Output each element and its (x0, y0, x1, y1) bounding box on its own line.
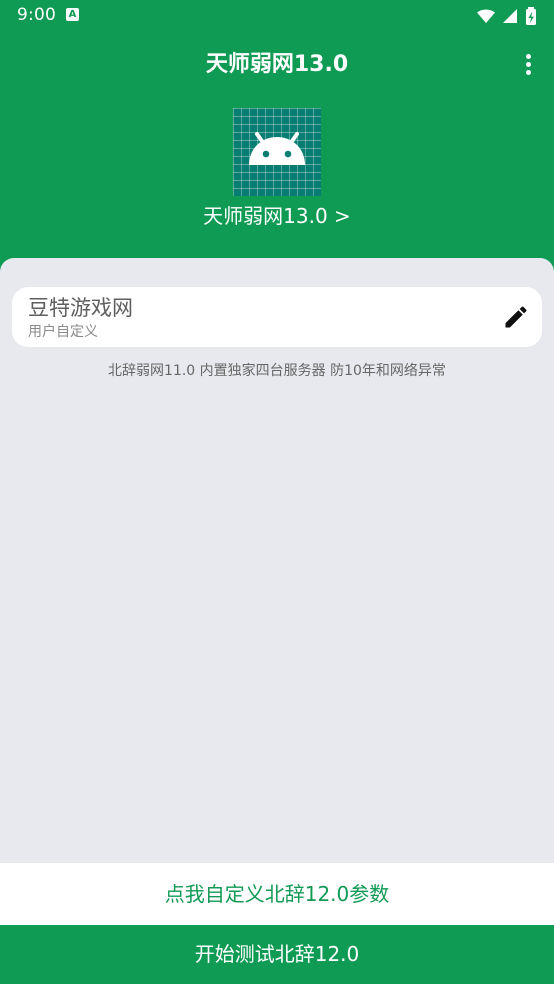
edit-button[interactable] (502, 303, 530, 331)
profile-subtitle: 用户自定义 (28, 324, 98, 340)
more-menu-button[interactable] (516, 49, 540, 81)
pencil-icon (505, 306, 527, 328)
notification-a-icon: A (66, 8, 79, 21)
more-vert-icon (526, 54, 531, 59)
custom-params-button[interactable]: 点我自定义北辞12.0参数 (0, 863, 554, 925)
status-bar: 9:00 A (0, 0, 554, 32)
signal-icon (502, 8, 517, 23)
more-vert-icon-dot (526, 62, 531, 67)
more-vert-icon-dot (526, 70, 531, 75)
app-icon[interactable] (233, 108, 321, 196)
battery-icon (526, 6, 536, 25)
wifi-icon (476, 9, 495, 23)
android-icon (249, 132, 305, 165)
status-icons (476, 5, 538, 25)
status-time: 9:00 (17, 5, 56, 25)
profile-card[interactable]: 豆特游戏网 用户自定义 (12, 287, 542, 347)
header-panel: 9:00 A 天师弱网13.0 天师弱网13.0 > (0, 0, 554, 290)
profile-name: 豆特游戏网 (28, 296, 133, 320)
app-version-link[interactable]: 天师弱网13.0 > (0, 202, 554, 230)
toolbar-title: 天师弱网13.0 (205, 52, 349, 77)
start-test-button[interactable]: 开始测试北辞12.0 (0, 925, 554, 984)
service-description: 北辞弱网11.0 内置独家四台服务器 防10年和网络异常 (108, 363, 446, 379)
